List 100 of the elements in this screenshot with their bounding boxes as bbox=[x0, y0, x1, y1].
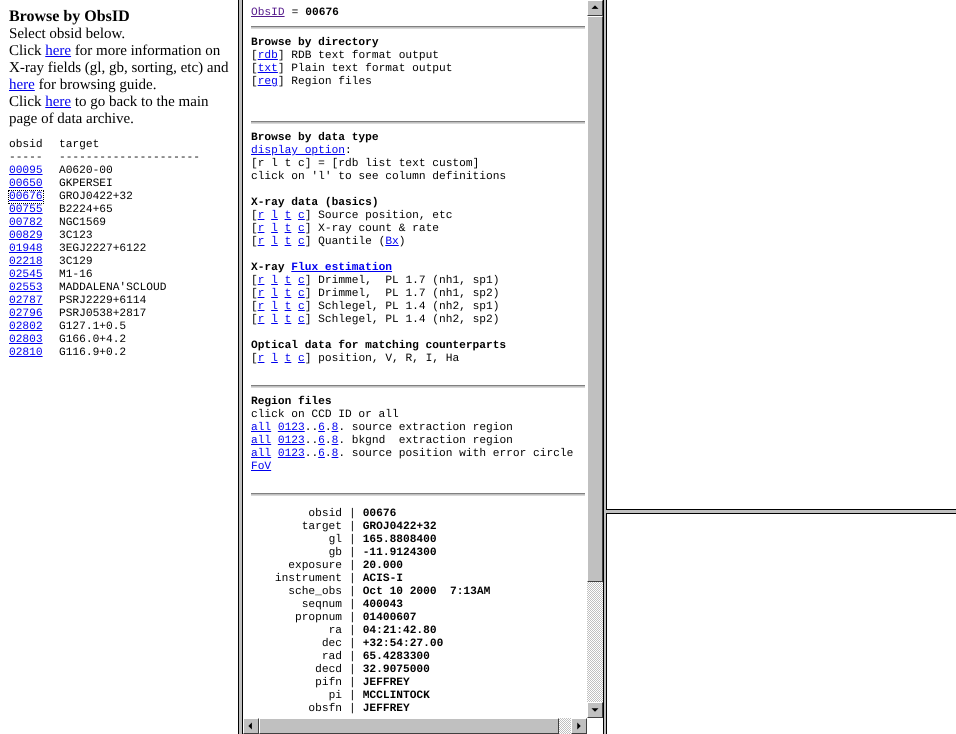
target-name: PSRJ2229+6114 bbox=[59, 295, 146, 308]
link[interactable]: all bbox=[251, 448, 272, 460]
obsid-link[interactable]: 02218 bbox=[9, 256, 43, 268]
link[interactable]: l bbox=[271, 236, 278, 248]
link[interactable]: r bbox=[258, 353, 264, 365]
field-name: seqnum bbox=[300, 599, 342, 612]
link[interactable]: here bbox=[45, 43, 72, 59]
link[interactable]: c bbox=[298, 288, 305, 300]
link[interactable]: t bbox=[284, 353, 292, 365]
scroll-right-button[interactable] bbox=[571, 718, 587, 734]
obsid-link[interactable]: 02553 bbox=[9, 282, 43, 294]
field-value: 65.4283300 bbox=[362, 651, 430, 664]
obsid-link[interactable]: 01948 bbox=[9, 243, 43, 255]
link[interactable]: 8 bbox=[332, 448, 338, 460]
link[interactable]: l bbox=[271, 301, 278, 313]
obsid-link[interactable]: 00782 bbox=[9, 217, 43, 229]
link[interactable]: r bbox=[258, 210, 264, 222]
link[interactable]: all bbox=[251, 435, 272, 447]
link[interactable]: Flux estimation bbox=[291, 262, 392, 274]
obsid-link[interactable]: 02787 bbox=[9, 295, 43, 307]
text-line: [r l t c] position, V, R, I, Ha bbox=[251, 353, 460, 366]
link[interactable]: rdb bbox=[258, 50, 278, 62]
field-value: 00676 bbox=[362, 508, 396, 521]
scrollbar-thumb[interactable] bbox=[587, 16, 603, 582]
target-name: PSRJ0538+2817 bbox=[59, 308, 146, 321]
text-line: [r l t c] Schlegel, PL 1.4 (nh2, sp1) bbox=[251, 301, 500, 314]
link[interactable]: l bbox=[271, 288, 278, 300]
link[interactable]: txt bbox=[258, 63, 278, 75]
text-line: [r l t c] = [rdb list text custom] bbox=[251, 158, 480, 170]
link[interactable]: c bbox=[298, 301, 305, 313]
link[interactable]: 8 bbox=[332, 435, 338, 447]
link[interactable]: r bbox=[258, 314, 264, 326]
link[interactable]: here bbox=[45, 94, 72, 110]
link[interactable]: 8 bbox=[332, 422, 338, 434]
link[interactable]: 6 bbox=[318, 422, 325, 434]
link[interactable]: r bbox=[258, 275, 264, 287]
link[interactable]: r bbox=[258, 301, 264, 313]
column-separator: | bbox=[349, 521, 356, 534]
obsid-link[interactable]: 02796 bbox=[9, 308, 43, 320]
link[interactable]: l bbox=[271, 314, 278, 326]
link[interactable]: 6 bbox=[318, 435, 325, 447]
link[interactable]: r bbox=[258, 223, 264, 235]
link[interactable]: Bx bbox=[385, 236, 399, 248]
field-value: 04:21:42.80 bbox=[362, 625, 437, 638]
link[interactable]: display option bbox=[251, 145, 345, 157]
obsid-link[interactable]: 02803 bbox=[9, 334, 43, 346]
scroll-up-button[interactable] bbox=[587, 0, 603, 16]
field-name: gb bbox=[328, 547, 342, 560]
link[interactable]: c bbox=[298, 275, 305, 287]
field-value: JEFFREY bbox=[362, 703, 410, 716]
scroll-left-button[interactable] bbox=[243, 718, 259, 734]
field-value: 400043 bbox=[362, 599, 404, 612]
link[interactable]: c bbox=[298, 236, 305, 248]
obsid-link[interactable]: 00755 bbox=[9, 204, 43, 216]
link[interactable]: l bbox=[271, 353, 278, 365]
link[interactable]: FoV bbox=[251, 461, 272, 473]
link[interactable]: c bbox=[298, 353, 305, 365]
link[interactable]: 6 bbox=[318, 448, 325, 460]
link[interactable]: r bbox=[258, 288, 264, 300]
obsid-link[interactable]: 02545 bbox=[9, 269, 43, 281]
link[interactable]: t bbox=[284, 210, 292, 222]
link[interactable]: t bbox=[284, 288, 292, 300]
target-name: G116.9+0.2 bbox=[59, 347, 126, 360]
link[interactable]: t bbox=[284, 301, 292, 313]
link[interactable]: t bbox=[284, 275, 292, 287]
obsid-link[interactable]: 00095 bbox=[9, 165, 43, 177]
obsid-link[interactable]: 00650 bbox=[9, 178, 43, 190]
text-line: [txt] Plain text format output bbox=[251, 63, 454, 76]
text-line: display option: bbox=[251, 145, 353, 158]
link[interactable]: l bbox=[271, 223, 278, 235]
link[interactable]: c bbox=[298, 210, 305, 222]
column-separator: | bbox=[349, 690, 356, 702]
obsid-link[interactable]: 02810 bbox=[9, 347, 43, 359]
field-value: ACIS-I bbox=[362, 573, 404, 586]
link[interactable]: 0123 bbox=[278, 435, 305, 447]
field-name: exposure bbox=[287, 560, 342, 572]
obsid-link[interactable]: 00676 bbox=[9, 191, 43, 203]
link[interactable]: c bbox=[298, 314, 305, 326]
column-separator: | bbox=[349, 560, 356, 572]
field-name: ra bbox=[328, 625, 342, 638]
text-line: all 0123..6.8. source extraction region bbox=[251, 422, 514, 434]
link[interactable]: reg bbox=[258, 76, 278, 88]
vertical-scrollbar[interactable] bbox=[587, 0, 603, 718]
link[interactable]: 0123 bbox=[278, 448, 305, 460]
scroll-down-button[interactable] bbox=[587, 702, 603, 718]
link[interactable]: all bbox=[251, 422, 272, 434]
text-line: click on 'l' to see column definitions bbox=[251, 171, 508, 184]
link[interactable]: t bbox=[284, 236, 292, 248]
link[interactable]: 0123 bbox=[278, 422, 305, 434]
link[interactable]: l bbox=[271, 210, 278, 222]
link[interactable]: here bbox=[9, 77, 35, 93]
link[interactable]: t bbox=[284, 223, 292, 235]
link[interactable]: t bbox=[284, 314, 292, 326]
link[interactable]: l bbox=[271, 275, 278, 287]
obsid-link[interactable]: 00829 bbox=[9, 230, 43, 242]
link[interactable]: r bbox=[258, 236, 264, 248]
link[interactable]: c bbox=[298, 223, 305, 235]
obsid-link[interactable]: 02802 bbox=[9, 321, 43, 333]
obsid-link[interactable]: ObsID bbox=[251, 7, 285, 20]
field-name: dec bbox=[320, 638, 342, 650]
